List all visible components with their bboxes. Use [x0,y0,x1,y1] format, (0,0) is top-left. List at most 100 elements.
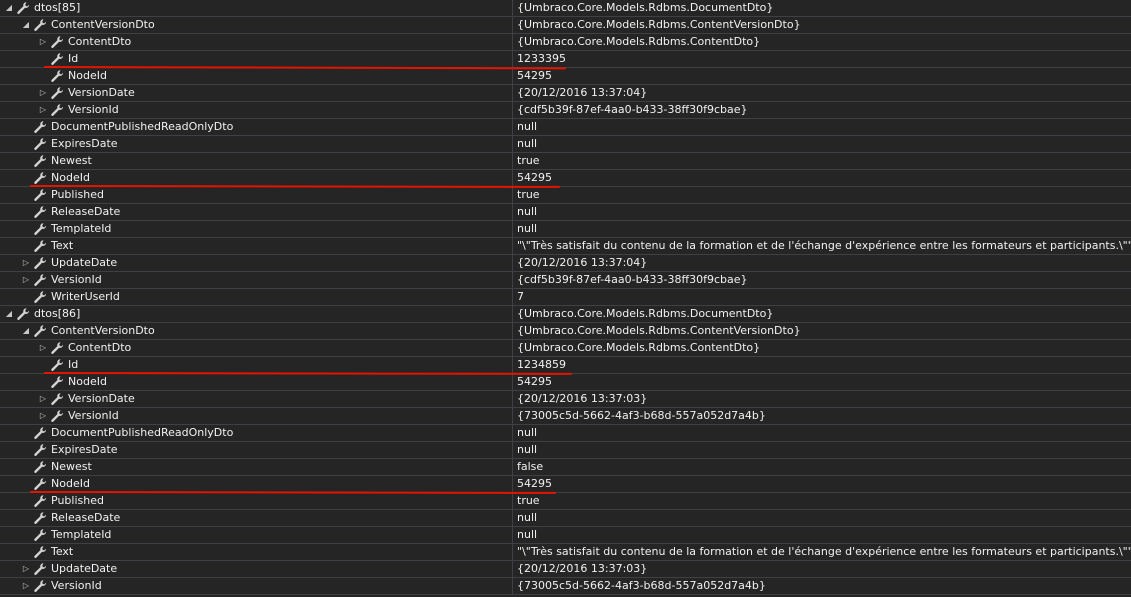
watch-row[interactable]: ◢ ContentVersionDto {Umbraco.Core.Models.R… [0,323,1131,340]
triangle-right-icon[interactable]: ▷ [38,102,48,118]
watch-row-value[interactable]: "\"Très satisfait du contenu de la forma… [512,238,1131,254]
triangle-right-icon[interactable]: ▷ [38,408,48,424]
triangle-down-icon[interactable]: ◢ [4,0,14,16]
watch-row-value[interactable]: {cdf5b39f-87ef-4aa0-b433-38ff30f9cbae} [512,272,1131,288]
watch-row-value[interactable]: 54295 [512,476,1131,492]
watch-row-name: WriterUserId [51,290,120,303]
triangle-right-icon[interactable]: ▷ [38,391,48,407]
watch-row-value[interactable]: {Umbraco.Core.Models.Rdbms.ContentDto} [512,34,1131,50]
watch-row-value[interactable]: true [512,153,1131,169]
watch-row[interactable]: ▷ UpdateDate {20/12/2016 13:37:04} [0,255,1131,272]
watch-row[interactable]: DocumentPublishedReadOnlyDto null [0,425,1131,442]
triangle-right-icon[interactable]: ▷ [21,578,31,594]
watch-row-value[interactable]: {20/12/2016 13:37:04} [512,255,1131,271]
watch-row[interactable]: TemplateId null [0,527,1131,544]
watch-row-name-cell: DocumentPublishedReadOnlyDto [21,425,233,441]
watch-row-value[interactable]: null [512,204,1131,220]
watch-row-value[interactable]: 7 [512,289,1131,305]
watch-row-value[interactable]: null [512,442,1131,458]
watch-row[interactable]: TemplateId null [0,221,1131,238]
watch-row-value[interactable]: 54295 [512,68,1131,84]
watch-row-value[interactable]: null [512,425,1131,441]
watch-row[interactable]: ▷ VersionId {cdf5b39f-87ef-4aa0-b433-38ff3… [0,102,1131,119]
watch-row-value[interactable]: {Umbraco.Core.Models.Rdbms.DocumentDto} [512,0,1131,16]
watch-row-name-cell: Newest [21,153,92,169]
watch-row[interactable]: Published true [0,493,1131,510]
watch-row-value[interactable]: 1233395 [512,51,1131,67]
watch-row-value[interactable]: "\"Très satisfait du contenu de la forma… [512,544,1131,560]
watch-row-name-cell: ▷ VersionDate [38,391,135,407]
watch-row-value[interactable]: false [512,459,1131,475]
watch-row[interactable]: ▷ VersionDate {20/12/2016 13:37:03} [0,391,1131,408]
watch-row[interactable]: DocumentPublishedReadOnlyDto null [0,119,1131,136]
watch-row[interactable]: Text "\"Très satisfait du contenu de la f… [0,238,1131,255]
triangle-right-icon[interactable]: ▷ [21,272,31,288]
watch-row-name-cell: ExpiresDate [21,442,118,458]
watch-row[interactable]: Published true [0,187,1131,204]
watch-row-value[interactable]: {Umbraco.Core.Models.Rdbms.DocumentDto} [512,306,1131,322]
watch-row-value[interactable]: {73005c5d-5662-4af3-b68d-557a052d7a4b} [512,408,1131,424]
watch-row[interactable]: WriterUserId 7 [0,289,1131,306]
watch-row-value[interactable]: {73005c5d-5662-4af3-b68d-557a052d7a4b} [512,578,1131,594]
watch-row[interactable]: Newest true [0,153,1131,170]
wrench-icon [33,426,47,440]
watch-row[interactable]: Newest false [0,459,1131,476]
watch-row-name-cell: Id [38,357,78,373]
watch-row-name: UpdateDate [51,256,118,269]
watch-row[interactable]: Text "\"Très satisfait du contenu de la f… [0,544,1131,561]
watch-row-name-cell: ◢ ContentVersionDto [21,323,155,339]
watch-row-value[interactable]: null [512,136,1131,152]
watch-row-value[interactable]: true [512,187,1131,203]
watch-row[interactable]: ▷ ContentDto {Umbraco.Core.Models.Rdbms.Co… [0,340,1131,357]
watch-row-name: UpdateDate [51,562,118,575]
triangle-down-icon[interactable]: ◢ [21,323,31,339]
watch-row-name: Newest [51,154,92,167]
watch-row[interactable]: ExpiresDate null [0,136,1131,153]
watch-row[interactable]: NodeId 54295 [0,68,1131,85]
triangle-right-icon[interactable]: ▷ [21,255,31,271]
watch-row-value[interactable]: null [512,510,1131,526]
expander-placeholder [21,238,31,254]
watch-row-value[interactable]: null [512,221,1131,237]
watch-row[interactable]: NodeId 54295 [0,374,1131,391]
watch-row-value[interactable]: null [512,119,1131,135]
watch-row-value[interactable]: {20/12/2016 13:37:04} [512,85,1131,101]
watch-row-value[interactable]: {Umbraco.Core.Models.Rdbms.ContentVersio… [512,17,1131,33]
watch-row-value[interactable]: null [512,527,1131,543]
watch-row-value[interactable]: 54295 [512,170,1131,186]
watch-row-name: NodeId [51,171,90,184]
watch-row-name-cell: ▷ VersionId [21,578,102,594]
watch-row[interactable]: ReleaseDate null [0,510,1131,527]
watch-row[interactable]: ExpiresDate null [0,442,1131,459]
watch-row-value[interactable]: {20/12/2016 13:37:03} [512,391,1131,407]
triangle-down-icon[interactable]: ◢ [21,17,31,33]
watch-row-value[interactable]: {cdf5b39f-87ef-4aa0-b433-38ff30f9cbae} [512,102,1131,118]
watch-row-value[interactable]: 1234859 [512,357,1131,373]
triangle-down-icon[interactable]: ◢ [4,306,14,322]
watch-row-value[interactable]: {Umbraco.Core.Models.Rdbms.ContentVersio… [512,323,1131,339]
watch-row-value[interactable]: {20/12/2016 13:37:03} [512,561,1131,577]
watch-row[interactable]: ◢ dtos[85] {Umbraco.Core.Models.Rdbms.Docu… [0,0,1131,17]
watch-row[interactable]: ▷ UpdateDate {20/12/2016 13:37:03} [0,561,1131,578]
watch-row[interactable]: ▷ ContentDto {Umbraco.Core.Models.Rdbms.Co… [0,34,1131,51]
watch-row[interactable]: ReleaseDate null [0,204,1131,221]
watch-row-name: VersionId [68,409,119,422]
triangle-right-icon[interactable]: ▷ [38,340,48,356]
watch-row-name-cell: ◢ dtos[85] [4,0,80,16]
watch-row[interactable]: ◢ dtos[86] {Umbraco.Core.Models.Rdbms.Docu… [0,306,1131,323]
watch-row[interactable]: ▷ VersionId {cdf5b39f-87ef-4aa0-b433-38ff3… [0,272,1131,289]
watch-row[interactable]: ▷ VersionId {73005c5d-5662-4af3-b68d-557a0… [0,408,1131,425]
watch-row-value[interactable]: 54295 [512,374,1131,390]
triangle-right-icon[interactable]: ▷ [38,85,48,101]
wrench-icon [33,494,47,508]
watch-row-value[interactable]: {Umbraco.Core.Models.Rdbms.ContentDto} [512,340,1131,356]
triangle-right-icon[interactable]: ▷ [21,561,31,577]
triangle-right-icon[interactable]: ▷ [38,34,48,50]
watch-row-value[interactable]: true [512,493,1131,509]
watch-row-name-cell: ▷ VersionId [38,408,119,424]
watch-row[interactable]: ◢ ContentVersionDto {Umbraco.Core.Models.R… [0,17,1131,34]
watch-row-name-cell: Text [21,238,73,254]
watch-row[interactable]: ▷ VersionDate {20/12/2016 13:37:04} [0,85,1131,102]
watch-row[interactable]: ▷ VersionId {73005c5d-5662-4af3-b68d-557a0… [0,578,1131,595]
watch-row-name: ExpiresDate [51,443,118,456]
